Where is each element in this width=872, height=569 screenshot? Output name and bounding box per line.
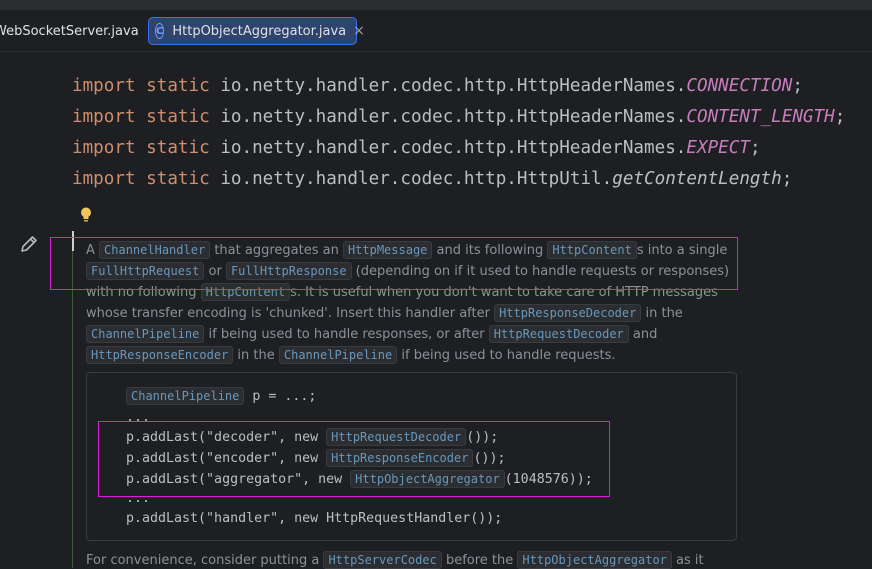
annotation-highlight-box — [50, 237, 738, 290]
editor-tab-bar: WebSocketServer.java C HttpObjectAggrega… — [0, 10, 872, 52]
code-ref[interactable]: HttpRequestDecoder — [488, 325, 629, 343]
title-strip — [0, 0, 872, 10]
code-example-line: ChannelPipeline p = ...; — [126, 387, 316, 405]
javadoc-paragraph: For convenience, consider putting a Http… — [86, 551, 704, 569]
doc-gutter-line — [72, 251, 73, 568]
code-ref[interactable]: ChannelPipeline — [278, 346, 398, 364]
tab-httpobjectaggregator[interactable]: C HttpObjectAggregator.java × — [148, 17, 365, 45]
code-ref[interactable]: HttpObjectAggregator — [517, 551, 672, 569]
close-icon[interactable]: × — [353, 23, 365, 39]
code-line-import-1[interactable]: import static io.netty.handler.codec.htt… — [72, 76, 803, 96]
code-ref[interactable]: HttpResponseDecoder — [494, 304, 642, 322]
code-line-import-3[interactable]: import static io.netty.handler.codec.htt… — [72, 138, 761, 158]
tab-label: HttpObjectAggregator.java — [172, 23, 347, 39]
tab-label: WebSocketServer.java — [0, 23, 139, 39]
code-line-import-2[interactable]: import static io.netty.handler.codec.htt… — [72, 107, 845, 127]
edit-pencil-icon[interactable] — [18, 233, 40, 255]
code-ref[interactable]: ChannelPipeline — [126, 387, 245, 405]
class-icon: C — [155, 23, 165, 39]
code-ref[interactable]: HttpResponseEncoder — [86, 346, 234, 364]
annotation-highlight-box — [98, 421, 610, 497]
tab-websocketserver[interactable]: WebSocketServer.java — [0, 17, 139, 45]
code-line-import-4[interactable]: import static io.netty.handler.codec.htt… — [72, 169, 792, 189]
lightbulb-icon[interactable] — [79, 206, 93, 224]
code-ref[interactable]: ChannelPipeline — [86, 325, 205, 343]
code-example-line: p.addLast("handler", new HttpRequestHand… — [126, 511, 503, 526]
code-ref[interactable]: HttpServerCodec — [323, 551, 442, 569]
